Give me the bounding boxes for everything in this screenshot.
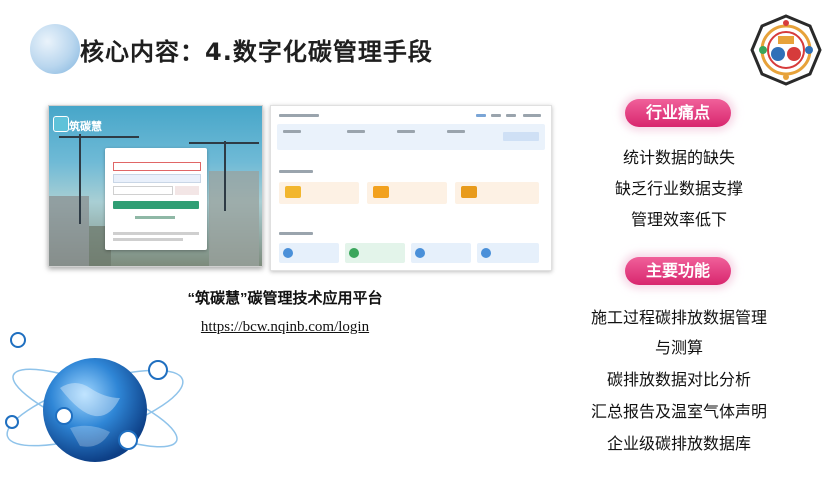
footer-note <box>113 238 183 241</box>
pain-point-item: 管理效率低下 <box>630 210 727 229</box>
function-item: 汇总报告及温室气体声明 <box>590 402 767 421</box>
excavator-icon <box>285 186 301 198</box>
password-field[interactable] <box>113 174 201 183</box>
globe-illustration <box>0 318 190 476</box>
function-item: 企业级碳排放数据库 <box>606 434 751 453</box>
register-link[interactable] <box>135 216 175 219</box>
pain-point-item: 统计数据的缺失 <box>622 148 735 167</box>
login-card <box>105 148 207 250</box>
app-name: 筑碳慧 <box>69 120 102 133</box>
organization-logo <box>750 14 822 86</box>
bulldozer-icon <box>461 186 477 198</box>
captcha-image[interactable] <box>175 186 199 195</box>
app-logo-icon <box>53 116 69 132</box>
username-field[interactable] <box>113 162 201 171</box>
dashboard-screenshot <box>270 105 552 271</box>
metric-icon <box>415 248 425 258</box>
metric-icon <box>349 248 359 258</box>
pain-points-badge: 行业痛点 <box>625 99 731 127</box>
function-item: 与测算 <box>654 338 703 357</box>
title-decor-circle <box>30 24 80 74</box>
crane-truck-icon <box>373 186 389 198</box>
dashboard-action-button[interactable] <box>503 132 539 141</box>
page-title: 核心内容：4.数字化碳管理手段 <box>80 38 433 66</box>
title-area: 核心内容：4.数字化碳管理手段 <box>30 20 500 78</box>
footer-note <box>113 232 199 235</box>
platform-caption: “筑碳慧”碳管理技术应用平台 <box>187 290 383 307</box>
metric-icon <box>481 248 491 258</box>
login-page-screenshot: 筑碳慧 <box>48 105 263 267</box>
function-item: 碳排放数据对比分析 <box>606 370 751 389</box>
login-button[interactable] <box>113 201 199 209</box>
pain-point-item: 缺乏行业数据支撑 <box>614 179 743 198</box>
captcha-field[interactable] <box>113 186 173 195</box>
metric-icon <box>283 248 293 258</box>
platform-url-link[interactable]: https://bcw.nqinb.com/login <box>170 319 400 336</box>
main-functions-badge: 主要功能 <box>625 257 731 285</box>
function-item: 施工过程碳排放数据管理 <box>590 308 767 327</box>
